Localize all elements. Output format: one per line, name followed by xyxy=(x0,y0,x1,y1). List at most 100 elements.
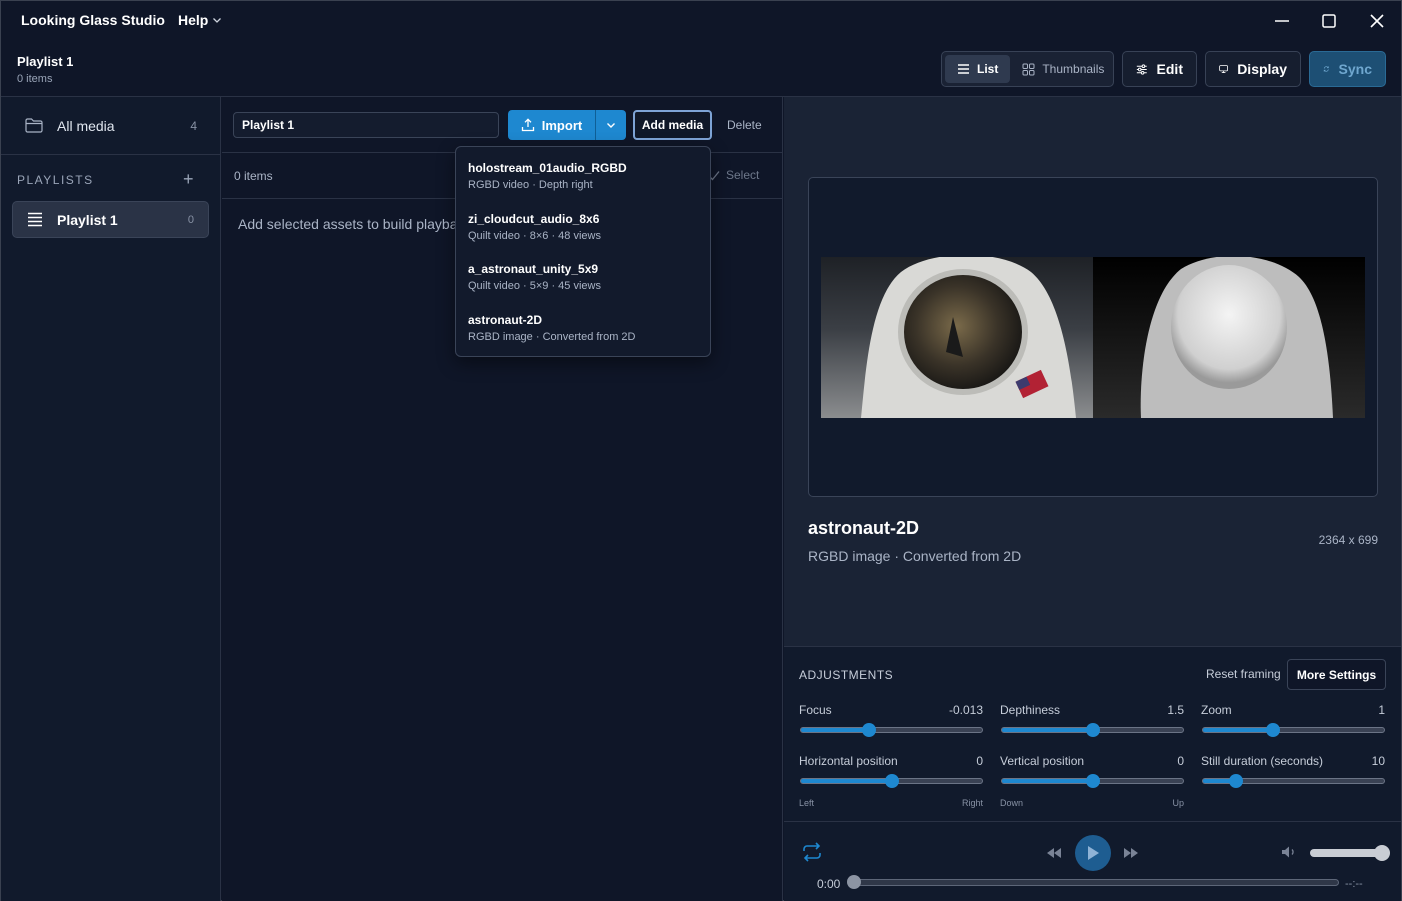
slider-thumb[interactable] xyxy=(861,723,876,737)
volume-thumb[interactable] xyxy=(1374,845,1390,861)
slider-track[interactable] xyxy=(1202,723,1385,737)
list-view-label: List xyxy=(977,62,999,76)
app-window: Looking Glass Studio Help Playlist 1 0 i… xyxy=(0,0,1402,901)
slider-thumb[interactable] xyxy=(884,774,899,788)
select-label: Select xyxy=(726,168,760,182)
menu-item-cloudcut[interactable]: zi_cloudcut_audio_8x6 Quilt video · 8×6 … xyxy=(468,212,698,242)
play-button[interactable] xyxy=(1075,835,1111,871)
help-menu[interactable]: Help xyxy=(178,12,222,28)
folder-icon xyxy=(25,118,43,133)
total-time: --:-- xyxy=(1345,878,1363,890)
repeat-icon[interactable] xyxy=(801,842,823,862)
menu-item-astronaut-2d[interactable]: astronaut-2D RGBD image · Converted from… xyxy=(468,313,698,343)
slider-label: Vertical position xyxy=(1000,754,1085,768)
media-title: astronaut-2D xyxy=(808,518,920,538)
sync-button[interactable]: Sync xyxy=(1309,51,1386,87)
sidebar-item-playlist-1[interactable]: Playlist 1 0 xyxy=(12,201,209,238)
sync-icon xyxy=(1323,66,1329,72)
sidebar-item-all-media[interactable]: All media 4 xyxy=(1,97,221,155)
slider-value: 1 xyxy=(1378,703,1385,717)
add-media-menu: holostream_01audio_RGBD RGBD video · Dep… xyxy=(455,146,711,357)
rgbd-preview-image xyxy=(821,257,1365,418)
slider-label: Focus xyxy=(799,703,832,717)
adjustments-title: ADJUSTMENTS xyxy=(799,668,894,682)
playlist-icon xyxy=(28,212,42,227)
slider-value: 0 xyxy=(976,754,983,768)
list-icon xyxy=(958,64,969,74)
slider-thumb[interactable] xyxy=(1085,723,1100,737)
sliders-icon xyxy=(1136,63,1147,75)
slider-label: Depthiness xyxy=(1000,703,1061,717)
upload-icon xyxy=(521,118,534,132)
edit-button-label: Edit xyxy=(1156,61,1183,77)
playback-bar: 0:00 --:-- xyxy=(784,821,1401,901)
select-button[interactable]: Select xyxy=(708,168,759,182)
import-dropdown-button[interactable] xyxy=(595,110,626,140)
menu-item-holostream[interactable]: holostream_01audio_RGBD RGBD video · Dep… xyxy=(468,161,698,191)
edit-button[interactable]: Edit xyxy=(1122,51,1197,87)
menu-item-name: holostream_01audio_RGBD xyxy=(468,161,627,175)
volume-slider[interactable] xyxy=(1310,845,1390,861)
maximize-button[interactable] xyxy=(1314,7,1344,35)
slider-max-label: Up xyxy=(1172,798,1184,808)
close-icon xyxy=(1370,14,1384,28)
playlist-label: Playlist 1 xyxy=(57,211,118,228)
import-button-label: Import xyxy=(541,117,583,133)
play-icon xyxy=(1088,846,1099,860)
slider-fill xyxy=(801,728,869,732)
sync-button-label: Sync xyxy=(1338,61,1372,77)
menu-item-detail: RGBD video · Depth right xyxy=(468,179,593,191)
current-time: 0:00 xyxy=(817,877,841,891)
playlist-header: Playlist 1 0 items List Thumbnails Edit … xyxy=(1,41,1401,97)
slider-track[interactable] xyxy=(1202,774,1385,788)
help-menu-label: Help xyxy=(178,12,209,28)
title-bar: Looking Glass Studio Help xyxy=(1,1,1401,41)
reset-framing-button[interactable]: Reset framing xyxy=(1206,667,1281,681)
menu-item-detail: RGBD image · Converted from 2D xyxy=(468,331,636,343)
slider-track[interactable] xyxy=(800,723,983,737)
slider-label: Zoom xyxy=(1201,703,1232,717)
items-count: 0 items xyxy=(234,169,273,183)
display-button[interactable]: Display xyxy=(1205,51,1301,87)
editor-toolbar: Import Add media Delete xyxy=(222,97,783,153)
slider-min-label: Down xyxy=(1000,798,1024,808)
display-button-label: Display xyxy=(1237,61,1287,77)
view-toggle: List Thumbnails xyxy=(941,51,1114,87)
add-playlist-button[interactable]: + xyxy=(183,169,194,190)
rewind-icon[interactable] xyxy=(1046,847,1062,859)
volume-icon[interactable] xyxy=(1281,845,1297,859)
close-button[interactable] xyxy=(1362,7,1392,35)
slider-thumb[interactable] xyxy=(1085,774,1100,788)
playlists-heading: PLAYLISTS xyxy=(17,173,94,187)
menu-item-name: a_astronaut_unity_5x9 xyxy=(468,262,599,276)
slider-label: Horizontal position xyxy=(799,754,898,768)
more-settings-button[interactable]: More Settings xyxy=(1287,659,1386,690)
slider-track[interactable] xyxy=(1001,774,1184,788)
menu-item-name: astronaut-2D xyxy=(468,313,543,327)
monitor-icon xyxy=(1219,65,1228,73)
list-view-button[interactable]: List xyxy=(945,55,1011,83)
slider-thumb[interactable] xyxy=(1265,723,1280,737)
slider-track[interactable] xyxy=(800,774,983,788)
chevron-down-icon xyxy=(213,18,222,23)
thumbnails-view-button[interactable]: Thumbnails xyxy=(1010,55,1116,83)
maximize-icon xyxy=(1322,14,1336,28)
sidebar: All media 4 PLAYLISTS + Playlist 1 0 xyxy=(1,97,221,901)
slider-value: -0.013 xyxy=(948,703,983,717)
slider-thumb[interactable] xyxy=(1229,774,1244,788)
menu-item-astronaut-unity[interactable]: a_astronaut_unity_5x9 Quilt video · 5×9 … xyxy=(468,262,698,292)
delete-button[interactable]: Delete xyxy=(727,118,762,132)
minimize-button[interactable] xyxy=(1267,7,1297,35)
slider-label: Still duration (seconds) xyxy=(1201,754,1324,768)
menu-item-name: zi_cloudcut_audio_8x6 xyxy=(468,212,600,226)
menu-item-detail: Quilt video · 8×6 · 48 views xyxy=(468,230,601,242)
slider-track[interactable] xyxy=(1001,723,1184,737)
add-media-button[interactable]: Add media xyxy=(633,110,712,140)
seek-thumb[interactable] xyxy=(847,875,861,889)
fast-forward-icon[interactable] xyxy=(1123,847,1139,859)
seek-bar[interactable] xyxy=(847,875,1339,889)
import-button[interactable]: Import xyxy=(508,110,595,140)
media-preview xyxy=(808,177,1378,497)
slider-max-label: Right xyxy=(961,798,983,808)
playlist-name-input[interactable] xyxy=(233,112,499,138)
